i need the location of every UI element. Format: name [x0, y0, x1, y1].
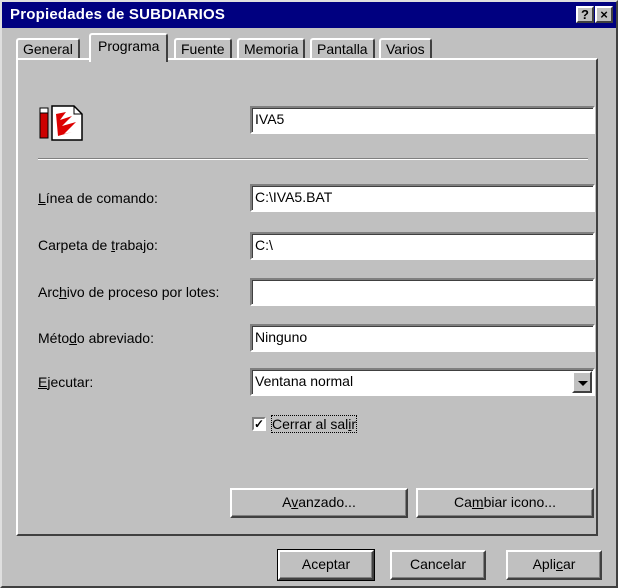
- ok-button[interactable]: Aceptar: [277, 549, 375, 581]
- shortcut-label: Método abreviado:: [38, 330, 154, 346]
- working-dir-input[interactable]: C:\: [250, 232, 595, 260]
- run-label: Ejecutar:: [38, 374, 94, 390]
- close-button[interactable]: ×: [595, 6, 613, 23]
- chevron-down-icon[interactable]: [572, 371, 592, 393]
- tab-varios[interactable]: Varios: [379, 38, 432, 60]
- apply-button[interactable]: Aplicar: [506, 550, 602, 580]
- tab-pantalla[interactable]: Pantalla: [310, 38, 375, 60]
- tab-general[interactable]: General: [16, 38, 80, 60]
- run-select[interactable]: Ventana normal: [250, 368, 595, 396]
- program-icon: [38, 102, 86, 142]
- close-on-exit-label[interactable]: Cerrar al salir: [270, 415, 358, 433]
- title-bar[interactable]: Propiedades de SUBDIARIOS ? ×: [2, 2, 616, 28]
- cancel-button[interactable]: Cancelar: [390, 550, 486, 580]
- batch-file-label: Archivo de proceso por lotes:: [38, 284, 220, 300]
- window-title: Propiedades de SUBDIARIOS: [10, 6, 226, 23]
- help-button[interactable]: ?: [576, 6, 594, 23]
- program-name-input[interactable]: IVA5: [250, 106, 595, 134]
- command-line-input[interactable]: C:\IVA5.BAT: [250, 184, 595, 212]
- command-line-label: Línea de comando:: [38, 190, 158, 206]
- tab-programa[interactable]: Programa: [89, 33, 169, 62]
- change-icon-button[interactable]: Cambiar icono...: [416, 488, 594, 518]
- tab-fuente[interactable]: Fuente: [174, 38, 232, 60]
- run-select-value: Ventana normal: [255, 373, 354, 389]
- batch-file-input[interactable]: [250, 278, 595, 306]
- tab-memoria[interactable]: Memoria: [237, 38, 306, 60]
- working-dir-label: Carpeta de trabajo:: [38, 237, 158, 253]
- properties-dialog: Propiedades de SUBDIARIOS ? × General Pr…: [0, 0, 618, 588]
- advanced-button[interactable]: Avanzado...: [230, 488, 408, 518]
- close-on-exit-checkbox[interactable]: ✓: [252, 417, 266, 431]
- tab-label: Programa: [98, 38, 160, 54]
- shortcut-input[interactable]: Ninguno: [250, 324, 595, 352]
- separator: [38, 158, 588, 160]
- programa-panel: IVA5 Línea de comando: C:\IVA5.BAT Carpe…: [16, 58, 598, 536]
